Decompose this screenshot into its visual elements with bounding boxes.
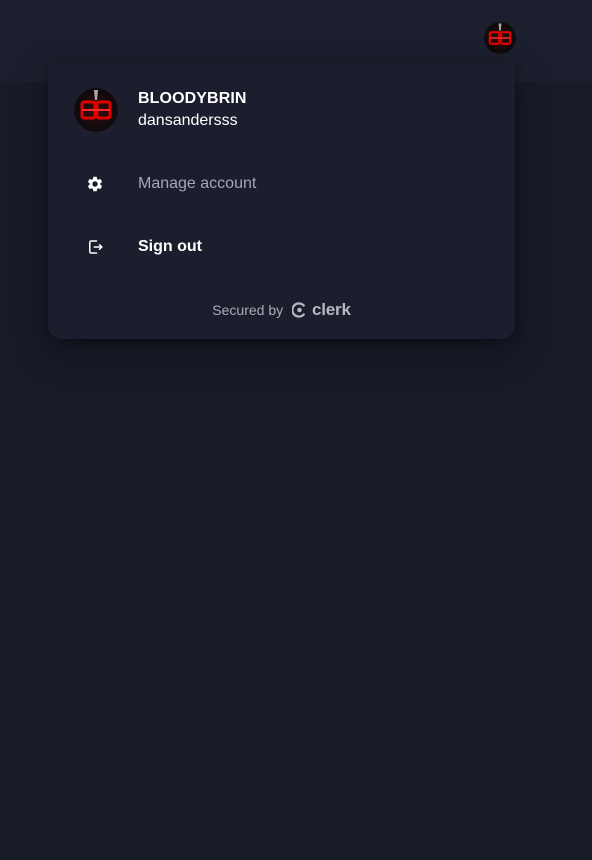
user-avatar-button[interactable] — [484, 22, 516, 54]
user-avatar-icon — [484, 22, 516, 54]
sign-out-icon — [86, 238, 104, 256]
user-username: dansandersss — [138, 112, 238, 129]
manage-account-label: Manage account — [138, 175, 257, 192]
user-menu-popover: BLOODYBRIN dansandersss Manage account S… — [48, 62, 515, 339]
sign-out-button[interactable]: Sign out — [48, 222, 515, 272]
secured-by-footer: Secured by clerk — [48, 300, 515, 320]
manage-account-button[interactable]: Manage account — [48, 159, 515, 209]
secured-by-text: Secured by — [212, 302, 284, 318]
user-avatar — [74, 88, 118, 132]
sign-out-label: Sign out — [138, 238, 202, 255]
gear-icon — [86, 175, 104, 193]
clerk-logo-icon — [292, 302, 305, 318]
clerk-brand-text[interactable]: clerk — [312, 300, 351, 320]
user-avatar-icon — [74, 88, 118, 132]
user-display-name: BLOODYBRIN — [138, 90, 247, 107]
